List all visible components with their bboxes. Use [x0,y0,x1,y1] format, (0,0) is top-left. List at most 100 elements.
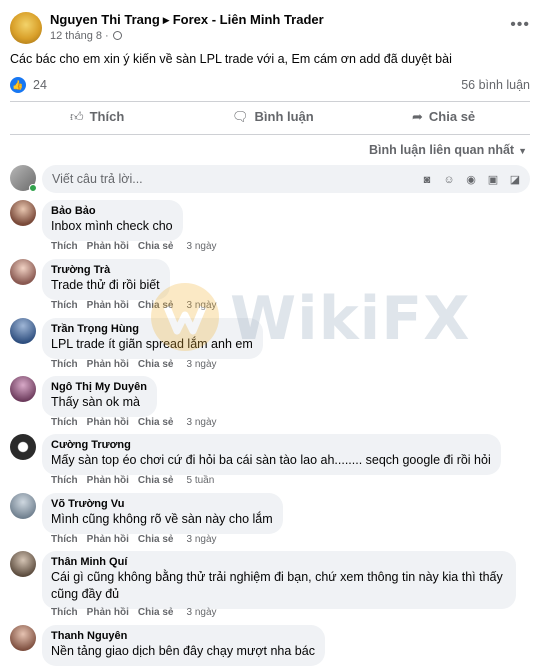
comment-reply-button[interactable]: Phản hồi [87,241,129,252]
comment-share-button[interactable]: Chia sẻ [138,475,174,486]
comment-like-button[interactable]: Thích [51,475,78,486]
comment-share-button[interactable]: Chia sẻ [138,241,174,252]
comment-time[interactable]: 3 ngày [186,241,216,252]
comment-time[interactable]: 3 ngày [186,534,216,545]
watermark-text: WikiFX [230,284,471,354]
commenter-name[interactable]: Ngô Thị My Duyên [51,381,147,393]
comment-like-button[interactable]: Thích [51,534,78,545]
composer-icons: ◙ ☺ ◉ ▣ ◪ [412,171,522,187]
more-options-icon[interactable]: ••• [510,16,530,34]
like-button-label: Thích [89,109,125,124]
online-status-icon [29,184,37,192]
comment-text: Mình cũng không rõ về sàn này cho lắm [51,512,273,526]
comment-actions: Thích Phản hồi Chia sẻ 3 ngày [51,534,226,545]
speech-bubble-icon: 🗨︎ [232,109,249,124]
comment-text: Thấy sàn ok mà [51,395,140,409]
post-action-bar: 👍︎ Thích 🗨︎ Bình luận ➦ Chia sẻ [10,104,530,132]
comment-text: Nền tảng giao dịch bên đây chạy mượt nha… [51,644,315,658]
commenter-name[interactable]: Bảo Bảo [51,205,173,217]
comment-reply-button[interactable]: Phản hồi [87,475,129,486]
arrow-right-icon: ▶ [162,15,170,25]
comment-button[interactable]: 🗨︎ Bình luận [232,109,314,125]
camera-icon[interactable]: ◉ [464,173,478,187]
comment-share-button[interactable]: Chia sẻ [138,300,174,311]
sort-label: Bình luận liên quan nhất [368,143,515,157]
comment-like-button[interactable]: Thích [51,607,78,618]
reply-placeholder: Viết câu trả lời... [52,172,143,186]
commenter-avatar[interactable] [10,318,36,344]
comment-actions: Thích Phản hồi Chia sẻ 3 ngày [51,300,226,311]
author-avatar[interactable] [10,12,42,44]
caret-down-icon: ▼ [518,146,527,156]
commenter-name[interactable]: Võ Trường Vu [51,498,273,510]
comment-reply-button[interactable]: Phản hồi [87,607,129,618]
comment-share-button[interactable]: Chia sẻ [138,417,174,428]
globe-icon [112,31,122,40]
commenter-name[interactable]: Thân Minh Quí [51,556,506,568]
commenter-avatar[interactable] [10,434,36,460]
comment-button-label: Bình luận [254,109,314,124]
commenter-name[interactable]: Trường Trà [51,264,160,276]
commenter-avatar[interactable] [10,259,36,285]
commenter-name[interactable]: Thanh Nguyên [51,630,315,642]
comment-actions: Thích Phản hồi Chia sẻ 5 tuần [51,475,223,486]
commenter-avatar[interactable] [10,493,36,519]
comment-bubble: Ngô Thị My Duyên Thấy sàn ok mà [42,376,157,417]
comment-like-button[interactable]: Thích [51,300,78,311]
commenter-avatar[interactable] [10,551,36,577]
comment-reply-button[interactable]: Phản hồi [87,534,129,545]
like-reaction-icon[interactable]: 👍 [10,77,26,93]
comment-reply-button[interactable]: Phản hồi [87,300,129,311]
comment-reply-button[interactable]: Phản hồi [87,417,129,428]
divider [10,101,530,102]
comment-time[interactable]: 3 ngày [186,417,216,428]
author-name[interactable]: Nguyen Thi Trang [50,12,160,27]
post-date[interactable]: 12 tháng 8 [50,30,102,42]
post-meta: 12 tháng 8 · [50,30,122,42]
comment-count[interactable]: 56 bình luận [461,78,530,92]
sticker-icon[interactable]: ◪ [508,173,522,187]
reply-composer: Viết câu trả lời... ◙ ☺ ◉ ▣ ◪ [10,165,530,193]
comment-time[interactable]: 3 ngày [186,300,216,311]
comment-text: Mấy sàn top éo chơi cứ đi hỏi ba cái sàn… [51,453,491,467]
comment-time[interactable]: 5 tuần [186,475,214,486]
comment-share-button[interactable]: Chia sẻ [138,534,174,545]
gif-icon[interactable]: ▣ [486,173,500,187]
comment-like-button[interactable]: Thích [51,417,78,428]
group-name[interactable]: Forex - Liên Minh Trader [173,12,324,27]
comment-bubble: Trần Trọng Hùng LPL trade ít giãn spread… [42,318,263,359]
share-arrow-icon: ➦ [412,109,423,124]
commenter-avatar[interactable] [10,376,36,402]
reply-input[interactable]: Viết câu trả lời... ◙ ☺ ◉ ▣ ◪ [42,165,530,193]
comment-bubble: Võ Trường Vu Mình cũng không rõ về sàn n… [42,493,283,534]
comment-actions: Thích Phản hồi Chia sẻ 3 ngày [51,241,226,252]
divider [10,134,530,135]
thumbs-up-icon: 👍︎ [70,109,84,124]
commenter-avatar[interactable] [10,200,36,226]
share-button[interactable]: ➦ Chia sẻ [412,109,475,125]
comment-reply-button[interactable]: Phản hồi [87,359,129,370]
comment-actions: Thích Phản hồi Chia sẻ 3 ngày [51,359,226,370]
commenter-name[interactable]: Cường Trương [51,439,491,451]
comment-actions: Thích Phản hồi Chia sẻ 3 ngày [51,607,226,618]
avatar-sticker-icon[interactable]: ◙ [420,173,434,187]
comment-bubble: Bảo Bảo Inbox mình check cho [42,200,183,241]
comment-text: Inbox mình check cho [51,219,173,233]
comment-time[interactable]: 3 ngày [186,607,216,618]
like-button[interactable]: 👍︎ Thích [70,109,124,125]
share-button-label: Chia sẻ [428,109,476,124]
comment-like-button[interactable]: Thích [51,359,78,370]
comment-sort-dropdown[interactable]: Bình luận liên quan nhất ▼ [369,143,527,157]
comment-like-button[interactable]: Thích [51,241,78,252]
comment-share-button[interactable]: Chia sẻ [138,607,174,618]
comment-time[interactable]: 3 ngày [186,359,216,370]
reaction-count[interactable]: 24 [33,78,47,92]
commenter-name[interactable]: Trần Trọng Hùng [51,323,253,335]
commenter-avatar[interactable] [10,625,36,651]
comment-text: Cái gì cũng không bằng thử trải nghiệm đ… [51,570,503,601]
comment-bubble: Thân Minh Quí Cái gì cũng không bằng thử… [42,551,516,609]
comment-share-button[interactable]: Chia sẻ [138,359,174,370]
post-text: Các bác cho em xin ý kiến về sàn LPL tra… [10,52,452,66]
emoji-icon[interactable]: ☺ [442,173,456,187]
comment-bubble: Trường Trà Trade thử đi rồi biết [42,259,170,300]
